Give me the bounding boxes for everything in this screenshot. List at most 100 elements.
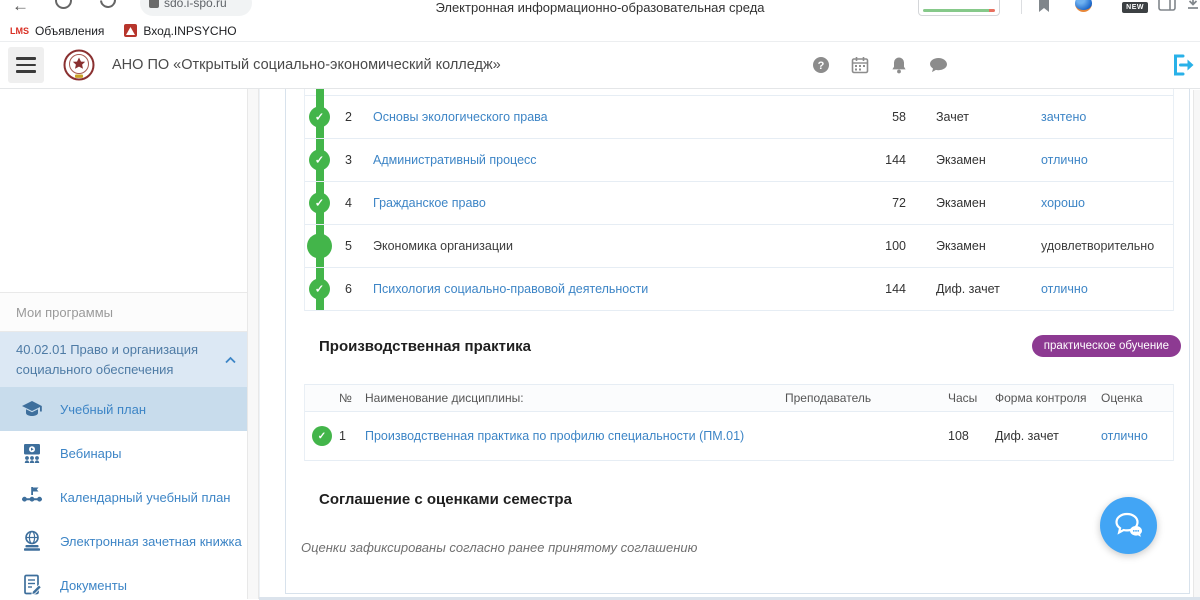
status-check-icon (309, 107, 330, 128)
sidebar-item-webinars[interactable]: Вебинары (0, 431, 247, 475)
discipline-link[interactable]: Психология социально-правовой деятельнос… (373, 282, 856, 296)
row-number: 1 (339, 429, 365, 443)
notifications-bell-icon[interactable] (890, 56, 908, 74)
grade-link[interactable]: удовлетворительно (1041, 239, 1173, 253)
calendar-icon[interactable] (851, 56, 869, 74)
app-header: АНО ПО «Открытый социально-экономический… (0, 42, 1200, 89)
control-form: Экзамен (936, 196, 1041, 210)
grade-link[interactable]: отлично (1041, 282, 1173, 296)
control-form: Экзамен (936, 239, 1041, 253)
status-check-icon (309, 279, 330, 300)
site-info-icon[interactable] (149, 0, 159, 8)
browser-reload-icon[interactable] (97, 0, 120, 11)
sidebar: Мои программы 40.02.01 Право и организац… (0, 89, 247, 599)
row-number: 6 (345, 282, 373, 296)
sidebar-item-gradebook[interactable]: Электронная зачетная книжка (0, 519, 247, 563)
chat-widget-button[interactable] (1100, 497, 1157, 554)
discipline-link[interactable]: Административный процесс (373, 153, 856, 167)
page-body: Мои программы 40.02.01 Право и организац… (0, 89, 1200, 599)
help-icon[interactable]: ? (812, 56, 830, 74)
header-num: № (339, 391, 365, 405)
hours-value: 100 (856, 239, 906, 253)
practice-title: Производственная практика (319, 338, 531, 355)
address-bar[interactable]: sdo.i-spo.ru (140, 0, 252, 16)
browser-circle-button-icon[interactable] (55, 0, 72, 9)
table-row: 6 Психология социально-правовой деятельн… (305, 268, 1173, 311)
practice-table-header: № Наименование дисциплины: Преподаватель… (305, 384, 1173, 412)
header-teacher: Преподаватель (785, 391, 948, 405)
marker-cell (305, 426, 339, 446)
control-form: Диф. зачет (936, 282, 1041, 296)
sidebar-item-label: Документы (60, 578, 127, 593)
table-row: 3 Административный процесс 144 Экзамен о… (305, 139, 1173, 182)
discipline-link[interactable]: Гражданское право (373, 196, 856, 210)
agreement-note: Оценки зафиксированы согласно ранее прин… (301, 540, 1189, 555)
page-scrollbar[interactable] (1193, 90, 1200, 600)
sidebar-item-study-plan[interactable]: Учебный план (0, 387, 247, 431)
control-form: Экзамен (936, 153, 1041, 167)
header-hours: Часы (948, 391, 991, 405)
logout-icon[interactable] (1170, 53, 1196, 77)
sidebar-item-calendar-plan[interactable]: Календарный учебный план (0, 475, 247, 519)
menu-toggle-button[interactable] (8, 47, 44, 83)
sidebar-scrollbar[interactable] (247, 89, 259, 599)
sidebar-item-label: Электронная зачетная книжка (60, 534, 242, 549)
lms-favicon: LMS (10, 26, 29, 36)
row-number: 5 (345, 239, 373, 253)
status-check-icon (309, 150, 330, 171)
svg-text:?: ? (818, 60, 825, 72)
inpsycho-favicon (124, 24, 137, 37)
header-grade: Оценка (1101, 391, 1173, 405)
browser-extension-sphere-icon[interactable] (1075, 0, 1092, 12)
messages-icon[interactable] (929, 57, 948, 74)
bookmarks-bar: LMS Объявления Вход.INPSYCHO (0, 20, 1200, 42)
control-form: Зачет (936, 110, 1041, 124)
webinar-icon (18, 441, 46, 465)
bookmark-icon[interactable] (1036, 0, 1052, 18)
page-title: Электронная информационно-образовательна… (300, 0, 900, 15)
sidebar-item-label: Учебный план (60, 402, 146, 417)
table-row: 5 Экономика организации 100 Экзамен удов… (305, 225, 1173, 268)
bookmark-inpsycho[interactable]: Вход.INPSYCHO (124, 24, 236, 38)
browser-toolbar: ← sdo.i-spo.ru Электронная информационно… (0, 0, 1200, 20)
sidebar-program-header[interactable]: 40.02.01 Право и организация социального… (0, 332, 247, 387)
row-number: 2 (345, 110, 373, 124)
control-form: Диф. зачет (991, 429, 1101, 443)
extension-widget[interactable] (918, 0, 1000, 16)
new-badge[interactable]: NEW (1122, 2, 1148, 13)
program-name: 40.02.01 Право и организация социального… (16, 342, 198, 377)
table-row-partial (305, 89, 1173, 96)
sidebar-item-label: Календарный учебный план (60, 490, 230, 505)
header-icons: ? (812, 42, 948, 88)
side-panel-icon[interactable] (1158, 0, 1176, 16)
hours-value: 108 (948, 429, 991, 443)
milestone-flag-icon (18, 485, 46, 509)
grade-link[interactable]: отлично (1041, 153, 1173, 167)
sidebar-item-label: Вебинары (60, 446, 121, 461)
grade-link[interactable]: отлично (1101, 429, 1173, 443)
browser-back-icon[interactable]: ← (12, 0, 29, 16)
table-row: 1 Производственная практика по профилю с… (305, 412, 1173, 461)
table-row: 2 Основы экологического права 58 Зачет з… (305, 96, 1173, 139)
bookmark-label: Объявления (35, 24, 104, 38)
extension-progress-bar (923, 9, 995, 12)
grade-link[interactable]: зачтено (1041, 110, 1173, 124)
discipline-link[interactable]: Экономика организации (373, 239, 856, 253)
toolbar-divider (1021, 0, 1022, 14)
url-text: sdo.i-spo.ru (164, 0, 227, 10)
status-check-icon (309, 193, 330, 214)
sidebar-item-documents[interactable]: Документы (0, 563, 247, 600)
download-icon[interactable] (1186, 0, 1200, 15)
bookmark-announcements[interactable]: LMS Объявления (10, 24, 104, 38)
table-row: 4 Гражданское право 72 Экзамен хорошо (305, 182, 1173, 225)
main-content: 2 Основы экологического права 58 Зачет з… (259, 89, 1200, 599)
grade-link[interactable]: хорошо (1041, 196, 1173, 210)
header-name: Наименование дисциплины: (365, 391, 785, 405)
practice-link[interactable]: Производственная практика по профилю спе… (365, 429, 785, 443)
graduation-cap-icon (18, 397, 46, 421)
header-form: Форма контроля (991, 391, 1101, 405)
globe-books-icon (18, 529, 46, 553)
organization-name: АНО ПО «Открытый социально-экономический… (112, 57, 501, 73)
discipline-link[interactable]: Основы экологического права (373, 110, 856, 124)
row-number: 3 (345, 153, 373, 167)
